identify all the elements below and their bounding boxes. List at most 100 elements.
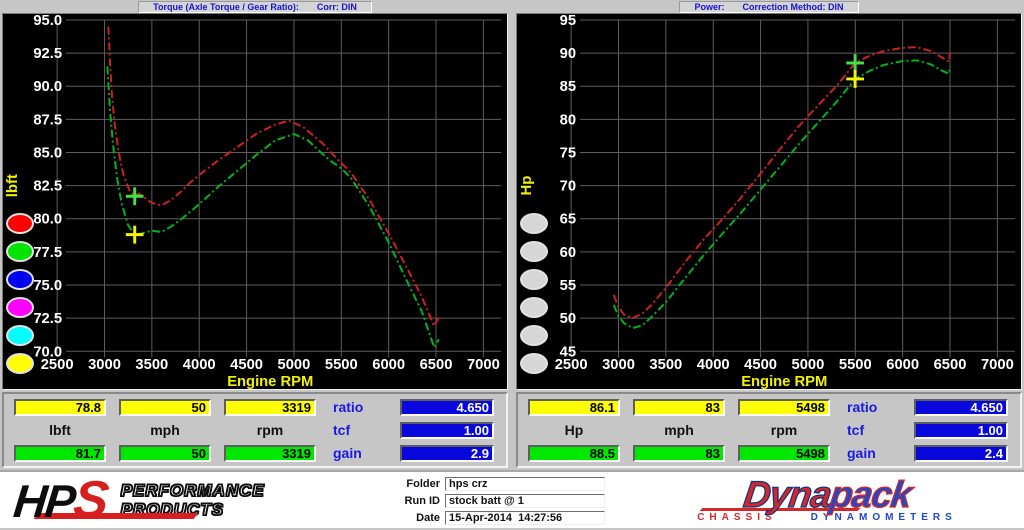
power-chart-panel: Power: Correction Method: DIN 2500300035…	[516, 0, 1022, 390]
svg-text:5000: 5000	[792, 357, 825, 373]
svg-text:45: 45	[560, 344, 576, 360]
run-color-button-4[interactable]	[520, 297, 548, 318]
torque-chart-header-box: Torque (Axle Torque / Gear Ratio): Corr:…	[138, 1, 372, 13]
svg-text:4500: 4500	[744, 357, 777, 373]
run-color-button-6[interactable]	[520, 353, 548, 374]
svg-text:6500: 6500	[934, 357, 967, 373]
torque-chart-canvas[interactable]: 2500300035004000450050005500600065007000…	[3, 14, 507, 389]
svg-text:80: 80	[560, 112, 576, 128]
power-chart-header-box: Power: Correction Method: DIN	[679, 1, 858, 13]
dynapack-title: Dynapack	[741, 477, 913, 513]
hps-logo: HPS PERFORMANCE PRODUCTS	[0, 477, 392, 524]
svg-text:3000: 3000	[602, 357, 635, 373]
torque-chart-plot[interactable]: 2500300035004000450050005500600065007000…	[2, 13, 508, 390]
run-color-button-5[interactable]	[6, 325, 34, 346]
power-cursor-value: 86.1	[528, 399, 620, 416]
torque-readout-panel: 78.8 50 3319 ratio 4.650 lbft mph rpm tc…	[2, 392, 508, 468]
run-color-button-5[interactable]	[520, 325, 548, 346]
torque-chart-title: Torque (Axle Torque / Gear Ratio):	[153, 2, 299, 12]
svg-text:4000: 4000	[183, 357, 216, 373]
svg-text:6000: 6000	[886, 357, 919, 373]
svg-text:85: 85	[560, 79, 576, 95]
rpm-unit-label-left: rpm	[224, 422, 316, 439]
dynapack-dyna-text: Dyna	[741, 474, 833, 515]
footer-bar: HPS PERFORMANCE PRODUCTS Folder Run ID D…	[0, 470, 1024, 528]
power-chart-correction: Correction Method: DIN	[743, 2, 844, 12]
rpm-compare-value-right: 5498	[738, 445, 830, 462]
speed-unit-label-left: mph	[119, 422, 211, 439]
power-chart-canvas[interactable]: 2500300035004000450050005500600065007000…	[517, 14, 1021, 389]
torque-chart-panel: Torque (Axle Torque / Gear Ratio): Corr:…	[2, 0, 508, 390]
power-compare-value: 88.5	[528, 445, 620, 462]
power-chart-plot[interactable]: 2500300035004000450050005500600065007000…	[516, 13, 1022, 390]
run-color-button-6[interactable]	[6, 353, 34, 374]
tcf-value-left: 1.00	[400, 422, 494, 439]
svg-text:3500: 3500	[649, 357, 682, 373]
run-color-button-4[interactable]	[6, 297, 34, 318]
run-color-button-1[interactable]	[520, 213, 548, 234]
run-color-button-3[interactable]	[520, 269, 548, 290]
ratio-label-right: ratio	[843, 399, 901, 416]
power-run-buttons	[520, 14, 554, 389]
folder-label: Folder	[392, 478, 440, 490]
run-color-button-3[interactable]	[6, 269, 34, 290]
torque-compare-value: 81.7	[14, 445, 106, 462]
svg-text:3500: 3500	[135, 357, 168, 373]
readouts-row: 78.8 50 3319 ratio 4.650 lbft mph rpm tc…	[0, 390, 1024, 470]
svg-text:65: 65	[560, 212, 576, 228]
torque-unit-label: lbft	[14, 422, 106, 439]
svg-text:3000: 3000	[88, 357, 121, 373]
speed-unit-label-right: mph	[633, 422, 725, 439]
date-field[interactable]	[445, 511, 605, 525]
hps-performance-text: PERFORMANCE	[121, 482, 265, 500]
rpm-cursor-value-left: 3319	[224, 399, 316, 416]
tcf-label-right: tcf	[843, 422, 901, 439]
power-readout-panel: 86.1 83 5498 ratio 4.650 Hp mph rpm tcf …	[516, 392, 1022, 468]
svg-text:75: 75	[560, 145, 576, 161]
gain-value-left: 2.9	[400, 445, 494, 462]
power-chart-title: Power:	[694, 2, 724, 12]
run-id-label: Run ID	[392, 495, 440, 507]
date-label: Date	[392, 512, 440, 524]
folder-field[interactable]	[445, 477, 605, 491]
svg-text:5500: 5500	[325, 357, 358, 373]
svg-text:4500: 4500	[230, 357, 263, 373]
torque-cursor-value: 78.8	[14, 399, 106, 416]
tcf-value-right: 1.00	[914, 422, 1008, 439]
svg-text:4000: 4000	[697, 357, 730, 373]
rpm-compare-value-left: 3319	[224, 445, 316, 462]
svg-text:90: 90	[560, 46, 576, 62]
hps-letters: HPS	[12, 477, 110, 524]
svg-text:60: 60	[560, 245, 576, 261]
power-chart-header: Power: Correction Method: DIN	[516, 0, 1022, 13]
run-id-field[interactable]	[445, 494, 605, 508]
run-color-button-1[interactable]	[6, 213, 34, 234]
svg-text:6000: 6000	[372, 357, 405, 373]
ratio-value-right: 4.650	[914, 399, 1008, 416]
svg-text:Engine RPM: Engine RPM	[741, 374, 827, 389]
svg-text:55: 55	[560, 278, 576, 294]
svg-text:95: 95	[560, 14, 576, 29]
gain-label-right: gain	[843, 445, 901, 462]
speed-compare-value-left: 50	[119, 445, 211, 462]
gain-label-left: gain	[329, 445, 387, 462]
svg-text:6500: 6500	[420, 357, 453, 373]
tcf-label-left: tcf	[329, 422, 387, 439]
speed-compare-value-right: 83	[633, 445, 725, 462]
svg-text:7000: 7000	[467, 357, 500, 373]
hps-s-text: S	[71, 471, 110, 529]
rpm-unit-label-right: rpm	[738, 422, 830, 439]
rpm-cursor-value-right: 5498	[738, 399, 830, 416]
ratio-label-left: ratio	[329, 399, 387, 416]
torque-chart-correction: Corr: DIN	[317, 2, 357, 12]
svg-text:5000: 5000	[278, 357, 311, 373]
speed-cursor-value-right: 83	[633, 399, 725, 416]
gain-value-right: 2.4	[914, 445, 1008, 462]
svg-text:5500: 5500	[839, 357, 872, 373]
run-color-button-2[interactable]	[520, 241, 548, 262]
run-color-button-2[interactable]	[6, 241, 34, 262]
charts-row: Torque (Axle Torque / Gear Ratio): Corr:…	[0, 0, 1024, 390]
torque-chart-header: Torque (Axle Torque / Gear Ratio): Corr:…	[2, 0, 508, 13]
svg-text:50: 50	[560, 311, 576, 327]
torque-run-buttons	[6, 14, 40, 389]
